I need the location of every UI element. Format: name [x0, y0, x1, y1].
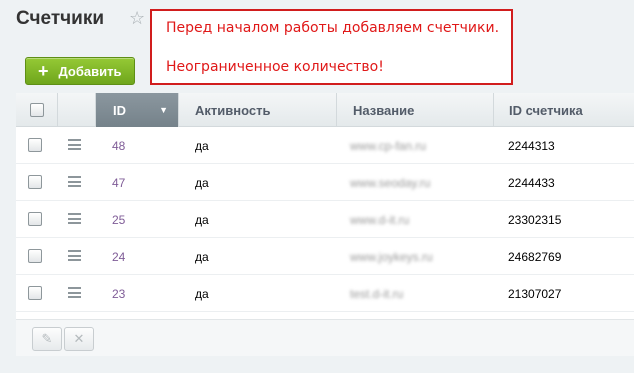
column-header-name-label: Название — [353, 102, 415, 118]
column-header-counter-id-label: ID счетчика — [509, 102, 583, 118]
row-activity: да — [195, 249, 209, 264]
row-counter-id: 21307027 — [508, 286, 562, 301]
row-id[interactable]: 47 — [112, 164, 125, 201]
menu-icon[interactable] — [68, 250, 81, 261]
column-header-activity[interactable]: Активность — [179, 93, 337, 127]
column-header-activity-label: Активность — [195, 102, 271, 118]
row-counter-id: 23302315 — [508, 212, 562, 227]
menu-icon[interactable] — [68, 287, 81, 298]
table-row[interactable]: 25 да www.d-it.ru 23302315 — [16, 201, 634, 238]
column-header-id-label: ID — [113, 102, 126, 118]
table-footer: ✎ ✕ — [16, 319, 634, 356]
table-row[interactable]: 48 да www.cp-fan.ru 2244313 — [16, 127, 634, 164]
row-name: www.seoday.ru — [350, 175, 431, 190]
row-activity: да — [195, 175, 209, 190]
row-activity: да — [195, 286, 209, 301]
row-counter-id: 2244433 — [508, 175, 555, 190]
header-menu-cell — [58, 93, 96, 127]
counters-table: ID ▼ Активность Название ID счетчика 48 … — [16, 93, 634, 356]
plus-icon: + — [38, 61, 49, 81]
row-counter-id: 2244313 — [508, 138, 555, 153]
row-name: www.d-it.ru — [350, 212, 410, 227]
callout-text-line-1: Перед началом работы добавляем счетчики. — [166, 20, 500, 36]
pencil-icon: ✎ — [41, 331, 53, 346]
row-activity: да — [195, 138, 209, 153]
row-checkbox[interactable] — [28, 138, 42, 152]
column-header-counter-id[interactable]: ID счетчика — [494, 93, 634, 127]
menu-icon[interactable] — [68, 213, 81, 224]
table-header: ID ▼ Активность Название ID счетчика — [16, 93, 634, 127]
column-header-id[interactable]: ID ▼ — [96, 93, 179, 127]
edit-button[interactable]: ✎ — [32, 327, 62, 351]
row-id[interactable]: 23 — [112, 275, 125, 312]
add-button-label: Добавить — [58, 63, 122, 79]
row-counter-id: 24682769 — [508, 249, 562, 264]
sort-desc-icon: ▼ — [159, 105, 168, 115]
row-name: www.cp-fan.ru — [350, 138, 427, 153]
delete-button[interactable]: ✕ — [64, 327, 94, 351]
row-checkbox[interactable] — [28, 249, 42, 263]
menu-icon[interactable] — [68, 176, 81, 187]
star-icon[interactable]: ☆ — [129, 7, 145, 29]
row-id[interactable]: 24 — [112, 238, 125, 275]
row-checkbox[interactable] — [28, 286, 42, 300]
table-row[interactable]: 24 да www.joykeys.ru 24682769 — [16, 238, 634, 275]
row-name: test.d-it.ru — [350, 286, 404, 301]
row-checkbox[interactable] — [28, 212, 42, 226]
column-header-name[interactable]: Название — [337, 93, 494, 127]
add-button[interactable]: + Добавить — [25, 57, 135, 85]
toolbar: + Добавить — [16, 50, 634, 93]
select-all-checkbox[interactable] — [29, 103, 44, 117]
header-checkbox-cell — [16, 93, 58, 127]
menu-icon[interactable] — [68, 139, 81, 150]
row-id[interactable]: 48 — [112, 127, 125, 164]
row-id[interactable]: 25 — [112, 201, 125, 238]
table-row[interactable]: 47 да www.seoday.ru 2244433 — [16, 164, 634, 201]
row-checkbox[interactable] — [28, 175, 42, 189]
row-name: www.joykeys.ru — [350, 249, 433, 264]
page-title: Счетчики — [16, 8, 105, 29]
row-activity: да — [195, 212, 209, 227]
close-icon: ✕ — [73, 331, 85, 346]
table-row[interactable]: 23 да test.d-it.ru 21307027 — [16, 275, 634, 312]
